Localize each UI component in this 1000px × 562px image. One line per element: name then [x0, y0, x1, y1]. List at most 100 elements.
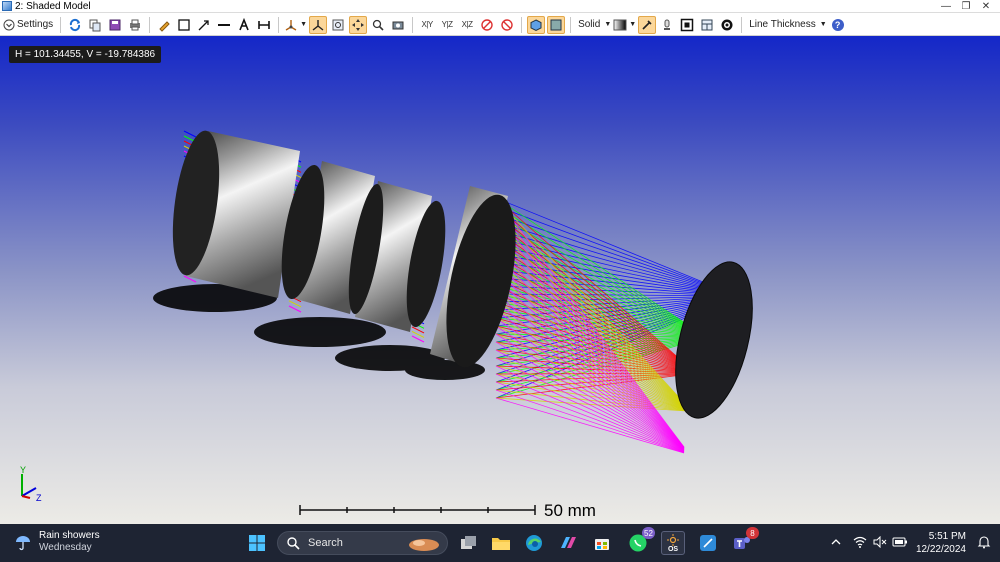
whatsapp-button[interactable]: 52: [627, 527, 655, 554]
file-explorer-button[interactable]: [490, 532, 512, 554]
volume-button[interactable]: [872, 532, 888, 552]
ms-store-button[interactable]: [591, 532, 613, 554]
refresh-button[interactable]: [66, 16, 84, 34]
whatsapp-badge: 52: [642, 527, 655, 539]
target-button[interactable]: [718, 16, 736, 34]
lighting-button[interactable]: [638, 15, 657, 34]
no-pan-button[interactable]: [498, 16, 516, 34]
snip-icon: [700, 535, 716, 551]
pan-icon: [352, 18, 365, 31]
view-yz-label: Y|Z: [441, 20, 453, 29]
window-title-bar: 2: Shaded Model — ❐ ✕: [0, 0, 1000, 13]
draw-rectangle-button[interactable]: [175, 16, 193, 34]
line-thickness-dropdown[interactable]: Line Thickness ▼: [747, 16, 826, 34]
notifications-button[interactable]: [976, 532, 992, 552]
ray-line: [183, 130, 197, 138]
zoom-window-button[interactable]: [329, 16, 347, 34]
view-xz-label: X|Z: [461, 20, 473, 29]
text-icon: [239, 17, 249, 30]
help-label: ?: [834, 19, 841, 30]
fit-view-button[interactable]: [678, 16, 696, 34]
chevron-down-icon: ▼: [629, 21, 637, 28]
weather-text: Rain showers Wednesday: [39, 530, 100, 554]
copy-button[interactable]: [86, 16, 104, 34]
gradient-icon: [613, 19, 627, 30]
search-label: Search: [308, 537, 343, 549]
minimize-button[interactable]: —: [936, 0, 956, 13]
windows-logo-icon: [249, 535, 265, 551]
taskbar-search[interactable]: Search: [277, 531, 448, 555]
dimension-icon: [258, 20, 270, 29]
pan-button[interactable]: [349, 15, 368, 34]
restore-button[interactable]: ❐: [956, 0, 976, 13]
shaded-model-viewport[interactable]: Y Z H = 101.34455, V = -19.784386 50 mm: [0, 36, 1000, 524]
snipping-tool-button[interactable]: [697, 532, 719, 554]
help-button[interactable]: ?: [829, 16, 847, 34]
draw-mode-dropdown[interactable]: Solid ▼: [576, 16, 611, 34]
draw-text-button[interactable]: [235, 16, 253, 34]
toolbar-separator: [60, 16, 62, 33]
weather-widget[interactable]: Rain showers Wednesday: [14, 530, 100, 554]
draw-arrow-button[interactable]: [195, 16, 213, 34]
copilot-button[interactable]: [557, 532, 579, 554]
volume-muted-icon: [873, 536, 887, 548]
view-xz-button[interactable]: X|Z: [458, 16, 476, 34]
zoom-window-icon: [332, 19, 344, 30]
scale-bar-label: 50 mm: [544, 501, 596, 520]
ray-line: [288, 300, 302, 308]
teams-button[interactable]: 8: [731, 527, 759, 554]
edge-browser-button[interactable]: [523, 532, 545, 554]
view-yz-button[interactable]: Y|Z: [438, 16, 456, 34]
view-xy-label: X|Y: [421, 20, 433, 29]
print-button[interactable]: [126, 16, 144, 34]
arrow-icon: [198, 19, 209, 30]
rotate-button[interactable]: [309, 15, 328, 34]
rotate-menu-button[interactable]: ▼: [284, 16, 307, 34]
wifi-icon: [853, 536, 867, 548]
draw-mode-label: Solid: [578, 19, 601, 30]
battery-button[interactable]: [892, 532, 908, 552]
layout-icon: [701, 19, 713, 30]
umbrella-icon: [16, 536, 30, 551]
app-icon: [2, 1, 12, 11]
color-scheme-dropdown[interactable]: ▼: [613, 16, 636, 34]
wireframe-view-button[interactable]: [547, 15, 566, 34]
show-hidden-icons-button[interactable]: [828, 532, 844, 552]
draw-line-button[interactable]: [215, 16, 233, 34]
view-xy-button[interactable]: X|Y: [418, 16, 436, 34]
window-controls: — ❐ ✕: [936, 0, 996, 13]
draw-pencil-button[interactable]: [155, 16, 173, 34]
task-view-button[interactable]: [458, 532, 480, 554]
battery-icon: [892, 537, 907, 547]
shaded-view-button[interactable]: [527, 15, 546, 34]
close-button[interactable]: ✕: [976, 0, 996, 13]
toolbar-separator: [149, 16, 151, 33]
bell-icon: [977, 536, 991, 549]
viewer-toolbar: Settings ▼ X|Y Y|Z X|Z Solid ▼ ▼ Line Th…: [0, 14, 1000, 36]
toolbar-separator: [412, 16, 414, 33]
settings-button[interactable]: Settings: [3, 16, 55, 34]
clock-date: 12/22/2024: [915, 544, 966, 555]
system-clock[interactable]: 5:51 PM 12/22/2024: [916, 530, 966, 556]
axis-z-label: Z: [36, 493, 42, 503]
zoom-button[interactable]: [369, 16, 387, 34]
chevron-up-icon: [831, 539, 841, 545]
ray-line: [495, 372, 691, 375]
optics-studio-button[interactable]: OS: [661, 531, 685, 555]
no-pan-icon: [501, 18, 513, 31]
save-button[interactable]: [106, 16, 124, 34]
start-button[interactable]: [246, 532, 268, 554]
chevron-down-icon: ▼: [300, 21, 308, 28]
sun-icon: [667, 534, 679, 546]
no-rotate-button[interactable]: [478, 16, 496, 34]
lamp-button[interactable]: [658, 16, 676, 34]
windows-taskbar: Rain showers Wednesday Search 52 OS 8 5:…: [0, 524, 1000, 562]
layout-button[interactable]: [698, 16, 716, 34]
chevron-down-icon: ▼: [604, 21, 612, 28]
wifi-button[interactable]: [852, 532, 868, 552]
screenshot-button[interactable]: [389, 16, 407, 34]
coordinate-readout: H = 101.34455, V = -19.784386: [9, 46, 162, 63]
dimension-button[interactable]: [255, 16, 273, 34]
chevron-down-icon: [3, 19, 15, 30]
search-highlight-icon: [409, 539, 439, 551]
